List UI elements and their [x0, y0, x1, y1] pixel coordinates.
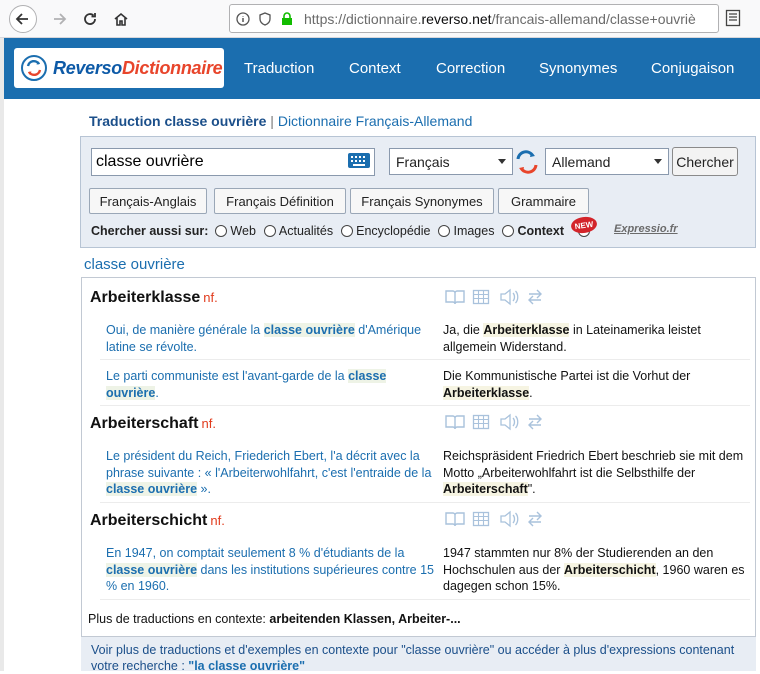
search-also-label: Chercher aussi sur:	[91, 224, 209, 238]
chevron-down-icon	[654, 159, 662, 164]
virtual-keyboard-icon[interactable]	[348, 153, 370, 168]
entry-word[interactable]: Arbeiterklasse nf.	[90, 289, 218, 307]
swap-languages-icon[interactable]	[514, 149, 540, 175]
book-icon[interactable]	[445, 510, 465, 528]
reader-view-icon[interactable]	[725, 9, 743, 29]
forward-button[interactable]	[45, 5, 73, 33]
example-source: Le parti communiste est l'avant-garde de…	[106, 369, 387, 400]
example-target: Die Kommunistische Partei ist die Vorhut…	[443, 369, 691, 400]
radio-circle[interactable]	[341, 225, 354, 237]
radio-web[interactable]: Web	[215, 224, 256, 238]
entry-tools	[445, 510, 544, 528]
search-input[interactable]	[91, 148, 375, 176]
row-divider	[100, 405, 750, 406]
reload-button[interactable]	[76, 5, 104, 33]
francais-definition-button[interactable]: Français Définition	[214, 188, 346, 214]
search-panel: Français Allemand Chercher Français-Angl…	[80, 136, 756, 248]
speaker-icon[interactable]	[499, 510, 519, 528]
entry-tools	[445, 413, 544, 431]
radio-images[interactable]: Images	[438, 224, 494, 238]
example-target: Ja, die Arbeiterklasse in Lateinamerika …	[443, 323, 701, 354]
expressio-logo[interactable]: Expressio.fr	[614, 223, 678, 235]
book-icon[interactable]	[445, 413, 465, 431]
address-bar[interactable]: https://dictionnaire.reverso.net/francai…	[229, 4, 719, 33]
entry-word[interactable]: Arbeiterschicht nf.	[90, 512, 225, 530]
results-heading: classe ouvrière	[84, 256, 185, 273]
more-translations-link[interactable]: arbeitenden Klassen, Arbeiter-...	[269, 612, 460, 626]
page-left-margin	[0, 38, 4, 671]
lock-icon[interactable]	[278, 10, 296, 28]
info-icon[interactable]	[234, 10, 252, 28]
page-title: Traduction classe ouvrière | Dictionnair…	[89, 113, 473, 129]
chevron-down-icon	[498, 159, 506, 164]
target-language-select[interactable]: Allemand	[545, 148, 669, 175]
radio-actualites[interactable]: Actualités	[263, 224, 333, 238]
radio-encyclopedie[interactable]: Encyclopédie	[341, 224, 430, 238]
francais-synonymes-button[interactable]: Français Synonymes	[350, 188, 494, 214]
francais-anglais-button[interactable]: Français-Anglais	[89, 188, 207, 214]
radio-circle[interactable]	[438, 225, 451, 237]
swap-arrows-icon[interactable]	[526, 510, 544, 528]
example-target: Reichspräsident Friedrich Ebert beschrie…	[443, 449, 744, 496]
nav-traduction[interactable]: Traduction	[244, 38, 314, 99]
radio-circle[interactable]	[263, 225, 276, 237]
nav-synonymes[interactable]: Synonymes	[539, 38, 617, 99]
swap-arrows-icon[interactable]	[526, 413, 544, 431]
grammaire-button[interactable]: Grammaire	[498, 188, 589, 214]
radio-circle[interactable]	[215, 225, 228, 237]
reverso-logo-icon	[21, 55, 47, 81]
example-source: Oui, de manière générale la classe ouvri…	[106, 323, 422, 354]
dictionary-link[interactable]: Dictionnaire Français-Allemand	[278, 113, 473, 129]
results-list: Arbeiterklasse nf. Oui, de manière généra…	[81, 277, 756, 637]
speaker-icon[interactable]	[499, 288, 519, 306]
example-source: En 1947, on comptait seulement 8 % d'étu…	[106, 546, 434, 593]
example-target: 1947 stammten nur 8% der Studierenden an…	[443, 546, 745, 593]
entry-tools	[445, 288, 544, 306]
back-button[interactable]	[9, 5, 37, 33]
more-translations: Plus de traductions en contexte: arbeite…	[88, 612, 461, 626]
logo-text: ReversoDictionnaire	[53, 57, 223, 78]
context-promo: Voir plus de traductions et d'exemples e…	[81, 637, 756, 673]
part-of-speech: nf.	[201, 416, 216, 431]
table-icon[interactable]	[472, 510, 490, 528]
book-icon[interactable]	[445, 288, 465, 306]
url-text: https://dictionnaire.reverso.net/francai…	[304, 10, 696, 27]
row-divider	[100, 599, 750, 600]
search-button[interactable]: Chercher	[672, 147, 738, 176]
site-header: ReversoDictionnaire Traduction Context C…	[4, 38, 760, 99]
radio-context[interactable]: Context	[502, 224, 564, 238]
browser-toolbar: https://dictionnaire.reverso.net/francai…	[0, 0, 760, 38]
row-divider	[100, 359, 750, 360]
part-of-speech: nf.	[210, 513, 225, 528]
nav-context[interactable]: Context	[349, 38, 401, 99]
row-divider	[100, 502, 750, 503]
source-language-select[interactable]: Français	[389, 148, 513, 175]
part-of-speech: nf.	[203, 290, 218, 305]
table-icon[interactable]	[472, 288, 490, 306]
entry-word[interactable]: Arbeiterschaft nf.	[90, 415, 216, 433]
nav-correction[interactable]: Correction	[436, 38, 505, 99]
speaker-icon[interactable]	[499, 413, 519, 431]
example-source: Le président du Reich, Friederich Ebert,…	[106, 449, 432, 496]
search-also-row: Chercher aussi sur: Web Actualités Encyc…	[91, 222, 601, 240]
table-icon[interactable]	[472, 413, 490, 431]
swap-arrows-icon[interactable]	[526, 288, 544, 306]
site-logo[interactable]: ReversoDictionnaire	[14, 48, 224, 88]
reload-icon	[84, 13, 96, 25]
nav-conjugaison[interactable]: Conjugaison	[651, 38, 734, 99]
radio-circle[interactable]	[502, 225, 515, 237]
arrow-right-icon	[54, 13, 67, 25]
arrow-left-icon	[15, 13, 28, 25]
shield-icon[interactable]	[256, 10, 274, 28]
home-button[interactable]	[107, 5, 135, 33]
home-icon	[114, 12, 128, 26]
